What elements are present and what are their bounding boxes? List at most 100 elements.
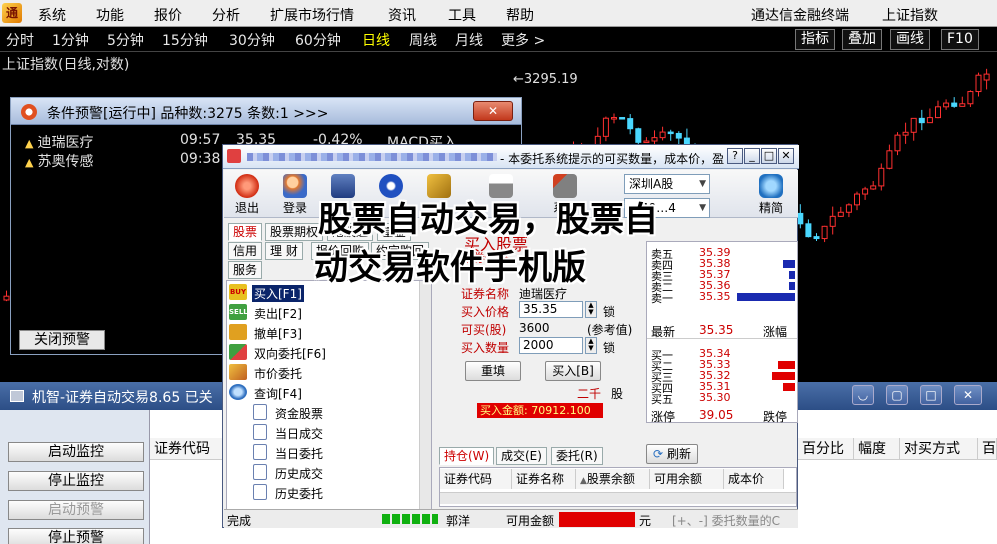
blurred-broker-name: [247, 153, 497, 161]
tab-deals[interactable]: 成交(E): [496, 447, 547, 465]
tab-credit[interactable]: 信用: [228, 242, 263, 260]
alert-row-time: 09:38: [180, 151, 221, 167]
tab-stock-options[interactable]: 股票期权: [265, 223, 324, 241]
tf-30min[interactable]: 30分钟: [229, 30, 275, 50]
grid-hscrollbar[interactable]: [440, 492, 796, 504]
quote-level-price[interactable]: 35.30: [699, 391, 731, 404]
trade-minimize-icon[interactable]: _: [744, 148, 760, 164]
connection-indicator: [382, 514, 438, 524]
grid-col-balance[interactable]: ▲股票余额: [576, 469, 650, 489]
price-stepper[interactable]: ▲ ▼: [585, 301, 597, 318]
auto-trade-restore-icon[interactable]: ▢: [886, 385, 908, 405]
col-buy-method[interactable]: 对买方式: [900, 438, 978, 460]
tab-wealth[interactable]: 理 财: [265, 242, 303, 260]
tab-orders[interactable]: 委托(R): [551, 447, 603, 465]
col-more[interactable]: 百: [978, 438, 997, 460]
candle-body: [797, 212, 804, 225]
tf-5min[interactable]: 5分钟: [107, 30, 144, 50]
alert-row[interactable]: ▲ 迪瑞医疗 09:57 35.35 -0.42% MACD买入: [25, 132, 457, 152]
candle-body: [926, 117, 933, 124]
exit-tool[interactable]: 退出: [228, 174, 266, 216]
tab-stocks[interactable]: 股票: [228, 223, 263, 241]
tab-positions[interactable]: 持仓(W): [439, 447, 495, 465]
candle-body: [829, 215, 836, 227]
buy-button[interactable]: 买入[B]: [545, 361, 601, 381]
alert-row[interactable]: ▲ 苏奥传感 09:38: [25, 151, 220, 171]
magnifier-icon: [229, 384, 247, 400]
menu-news[interactable]: 资讯: [388, 5, 416, 25]
grid-col-code[interactable]: 证券代码: [440, 469, 512, 489]
positions-grid[interactable]: 证券代码 证券名称 ▲股票余额 可用余额 成本价: [439, 467, 797, 507]
draw-line-button[interactable]: 画线: [890, 29, 930, 50]
candle-body: [651, 137, 658, 142]
tf-monthly[interactable]: 月线: [455, 30, 483, 50]
tree-item-label: 双向委托[F6]: [254, 347, 326, 361]
menu-ext-market[interactable]: 扩展市场行情: [270, 5, 354, 25]
menu-analysis[interactable]: 分析: [212, 5, 240, 25]
alert-close-button[interactable]: ✕: [473, 101, 513, 121]
stop-alert-button[interactable]: 停止预警: [8, 528, 144, 544]
refresh-button[interactable]: ⟳ 刷新: [646, 444, 698, 464]
qty-stepper[interactable]: ▲ ▼: [585, 337, 597, 354]
col-range[interactable]: 幅度: [854, 438, 900, 460]
col-percent[interactable]: 百分比: [798, 438, 854, 460]
menu-quotes[interactable]: 报价: [154, 5, 182, 25]
tools-icon: [553, 174, 577, 198]
candle-body: [902, 131, 909, 136]
trade-maximize-icon[interactable]: □: [761, 148, 777, 164]
alert-row-time: 09:57: [180, 132, 221, 148]
trade-titlebar[interactable]: - 本委托系统提示的可买数量，成本价，盈 ? _ □ ✕: [223, 145, 799, 169]
tf-60min[interactable]: 60分钟: [295, 30, 341, 50]
grid-col-name[interactable]: 证券名称: [512, 469, 576, 489]
indicator-button[interactable]: 指标: [795, 29, 835, 50]
tree-scrollbar[interactable]: [419, 281, 431, 511]
quote-level-price[interactable]: 35.35: [699, 290, 731, 303]
tf-intraday[interactable]: 分时: [6, 30, 34, 50]
compact-tool[interactable]: 精简: [752, 174, 790, 216]
qty-input[interactable]: 2000: [519, 337, 583, 354]
trade-close-icon[interactable]: ✕: [778, 148, 794, 164]
qty-unit: 股: [611, 387, 624, 401]
market-select[interactable]: 深圳A股: [624, 174, 710, 194]
alert-titlebar[interactable]: 条件预警[运行中] 品种数:3275 条数:1 >>> ✕: [11, 98, 521, 125]
document-icon: [253, 404, 267, 420]
screen: 通 系统 功能 报价 分析 扩展市场行情 资讯 工具 帮助 通达信金融终端 上证…: [0, 0, 997, 544]
login-tool[interactable]: 登录: [276, 174, 314, 216]
order-book: 卖五 35.39 卖四 35.38 卖三 35.37 卖二 35.36 卖一 35.35 最新 3…: [646, 241, 798, 424]
compact-label: 精简: [758, 201, 783, 215]
auto-trade-title: 机智-证券自动交易8.65 已关: [32, 390, 213, 406]
printer-icon: [489, 174, 513, 198]
candle-body: [918, 117, 925, 124]
tf-daily[interactable]: 日线: [362, 30, 390, 50]
max-qty-label: 可买(股): [461, 323, 507, 337]
close-alert-button[interactable]: 关闭预警: [19, 330, 105, 350]
overlay-button[interactable]: 叠加: [842, 29, 882, 50]
tab-service[interactable]: 服务: [228, 261, 263, 279]
tf-weekly[interactable]: 周线: [409, 30, 437, 50]
trade-help-icon[interactable]: ?: [727, 148, 743, 164]
menu-function[interactable]: 功能: [96, 5, 124, 25]
auto-trade-maximize-icon[interactable]: □: [920, 385, 942, 405]
price-input[interactable]: 35.35: [519, 301, 583, 318]
reset-button[interactable]: 重填: [465, 361, 521, 381]
qty-lock[interactable]: 锁: [603, 339, 615, 356]
price-lock[interactable]: 锁: [603, 303, 615, 320]
col-security-code[interactable]: 证券代码: [150, 438, 230, 460]
tree-item-label: 当日委托: [275, 447, 324, 461]
menu-system[interactable]: 系统: [38, 5, 66, 25]
auto-trade-help-icon[interactable]: ◡: [852, 385, 874, 405]
auto-trade-close-icon[interactable]: ✕: [954, 385, 982, 405]
menu-help[interactable]: 帮助: [506, 5, 534, 25]
stop-monitor-button[interactable]: 停止监控: [8, 471, 144, 491]
tf-more[interactable]: 更多 >: [501, 30, 545, 50]
tf-15min[interactable]: 15分钟: [162, 30, 208, 50]
grid-col-cost[interactable]: 成本价: [724, 469, 784, 489]
function-tree[interactable]: BUY 买入[F1] SELL 卖出[F2] 撤单[F3] 双向委托[F6] 市…: [226, 280, 432, 512]
trade-app-icon: [227, 149, 241, 163]
f10-button[interactable]: F10: [941, 29, 979, 50]
tf-1min[interactable]: 1分钟: [52, 30, 89, 50]
menu-tools[interactable]: 工具: [448, 5, 476, 25]
grid-col-available[interactable]: 可用余额: [650, 469, 724, 489]
start-monitor-button[interactable]: 启动监控: [8, 442, 144, 462]
start-alert-button[interactable]: 启动预警: [8, 500, 144, 520]
